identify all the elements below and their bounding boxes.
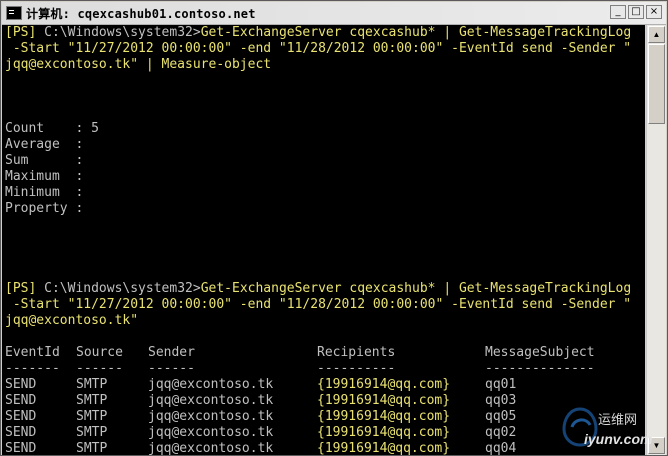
cell-subject: qq04 xyxy=(485,441,517,455)
command-continuation: jqq@excontoso.tk" xyxy=(5,313,139,328)
window-controls: _ □ × xyxy=(610,5,662,19)
minimize-button[interactable]: _ xyxy=(610,5,626,19)
measure-row: Average : xyxy=(5,137,645,153)
col-eventid: EventId xyxy=(5,345,60,360)
cell-subject: qq02 xyxy=(485,425,517,440)
measure-label: Sum : xyxy=(5,153,92,168)
col-recipients: Recipients xyxy=(317,345,396,360)
scroll-up-button[interactable]: ▲ xyxy=(648,26,665,43)
measure-row: Count : 5 xyxy=(5,121,645,137)
cell-sender: jqq@excontoso.tk xyxy=(148,409,274,424)
measure-label: Property : xyxy=(5,201,92,216)
command-line: [PS] C:\Windows\system32>Get-ExchangeSer… xyxy=(5,25,645,41)
prompt-path: C:\Windows\system32> xyxy=(44,281,201,296)
console-output[interactable]: [PS] C:\Windows\system32>Get-ExchangeSer… xyxy=(2,25,645,455)
table-row: SEND SMTP jqq@excontoso.tk {19916914@qq.… xyxy=(5,409,645,425)
cell-source: SMTP xyxy=(76,393,108,408)
cell-sender: jqq@excontoso.tk xyxy=(148,393,274,408)
col-source: Source xyxy=(76,345,123,360)
table-row: SEND SMTP jqq@excontoso.tk {19916914@qq.… xyxy=(5,441,645,455)
command-continuation: jqq@excontoso.tk" | Measure-object xyxy=(5,57,272,72)
command-continuation: -Start "11/27/2012 00:00:00" -end "11/28… xyxy=(5,41,632,56)
measure-row: Property : xyxy=(5,201,645,217)
cell-eventid: SEND xyxy=(5,409,37,424)
measure-label: Average : xyxy=(5,137,92,152)
cell-sender: jqq@excontoso.tk xyxy=(148,425,274,440)
powershell-window: 计算机: cqexcashub01.contoso.net _ □ × [PS]… xyxy=(0,0,668,456)
cell-recipients: {19916914@qq.com} xyxy=(317,393,451,408)
measure-row: Sum : xyxy=(5,153,645,169)
table-row: SEND SMTP jqq@excontoso.tk {19916914@qq.… xyxy=(5,393,645,409)
measure-value: 5 xyxy=(91,121,99,136)
cell-sender: jqq@excontoso.tk xyxy=(148,441,274,455)
command-continuation: -Start "11/27/2012 00:00:00" -end "11/28… xyxy=(5,297,632,312)
watermark: 运维网 iyunv.com xyxy=(560,405,660,451)
window-title: 计算机: cqexcashub01.contoso.net xyxy=(26,6,256,21)
measure-label: Maximum : xyxy=(5,169,92,184)
underline: -------------- xyxy=(485,361,595,376)
cell-recipients: {19916914@qq.com} xyxy=(317,409,451,424)
prompt-path: C:\Windows\system32> xyxy=(44,25,201,40)
underline: ------ xyxy=(76,361,123,376)
underline: ------ xyxy=(148,361,195,376)
measure-row: Minimum : xyxy=(5,185,645,201)
watermark-text-url: iyunv.com xyxy=(584,431,653,447)
command-text: Get-ExchangeServer cqexcashub* | Get-Mes… xyxy=(200,25,632,40)
cell-sender: jqq@excontoso.tk xyxy=(148,377,274,392)
cell-eventid: SEND xyxy=(5,377,37,392)
command-line: [PS] C:\Windows\system32>Get-ExchangeSer… xyxy=(5,281,645,297)
table-row: SEND SMTP jqq@excontoso.tk {19916914@qq.… xyxy=(5,425,645,441)
scroll-thumb[interactable] xyxy=(648,44,665,124)
maximize-icon: □ xyxy=(631,6,641,17)
cell-source: SMTP xyxy=(76,377,108,392)
measure-label: Minimum : xyxy=(5,185,92,200)
cell-recipients: {19916914@qq.com} xyxy=(317,441,451,455)
cell-source: SMTP xyxy=(76,425,108,440)
cell-eventid: SEND xyxy=(5,441,37,455)
cell-subject: qq03 xyxy=(485,393,517,408)
cell-eventid: SEND xyxy=(5,393,37,408)
table-row: SEND SMTP jqq@excontoso.tk {19916914@qq.… xyxy=(5,377,645,393)
cell-subject: qq05 xyxy=(485,409,517,424)
arrow-up-icon: ▲ xyxy=(652,30,661,39)
cell-subject: qq01 xyxy=(485,377,517,392)
minimize-icon: _ xyxy=(615,6,621,17)
command-text: Get-ExchangeServer cqexcashub* | Get-Mes… xyxy=(200,281,632,296)
table-header-underline: ------- ------ ------ ---------- -------… xyxy=(5,361,645,377)
console-icon xyxy=(6,6,22,20)
watermark-text-cn: 运维网 xyxy=(598,413,638,428)
maximize-button[interactable]: □ xyxy=(628,5,644,19)
cell-recipients: {19916914@qq.com} xyxy=(317,425,451,440)
cell-source: SMTP xyxy=(76,441,108,455)
ps-prompt: [PS] xyxy=(5,281,45,296)
table-header: EventId Source Sender Recipients Message… xyxy=(5,345,645,361)
cell-recipients: {19916914@qq.com} xyxy=(317,377,451,392)
close-button[interactable]: × xyxy=(646,5,662,19)
close-icon: × xyxy=(649,6,659,17)
cell-eventid: SEND xyxy=(5,425,37,440)
measure-row: Maximum : xyxy=(5,169,645,185)
underline: ---------- xyxy=(317,361,396,376)
title-bar[interactable]: 计算机: cqexcashub01.contoso.net _ □ × xyxy=(2,2,666,25)
cell-source: SMTP xyxy=(76,409,108,424)
measure-label: Count : xyxy=(5,121,92,136)
ps-prompt: [PS] xyxy=(5,25,45,40)
col-sender: Sender xyxy=(148,345,195,360)
underline: ------- xyxy=(5,361,60,376)
col-subject: MessageSubject xyxy=(485,345,595,360)
vertical-scrollbar[interactable]: ▲ ▼ xyxy=(646,25,666,455)
